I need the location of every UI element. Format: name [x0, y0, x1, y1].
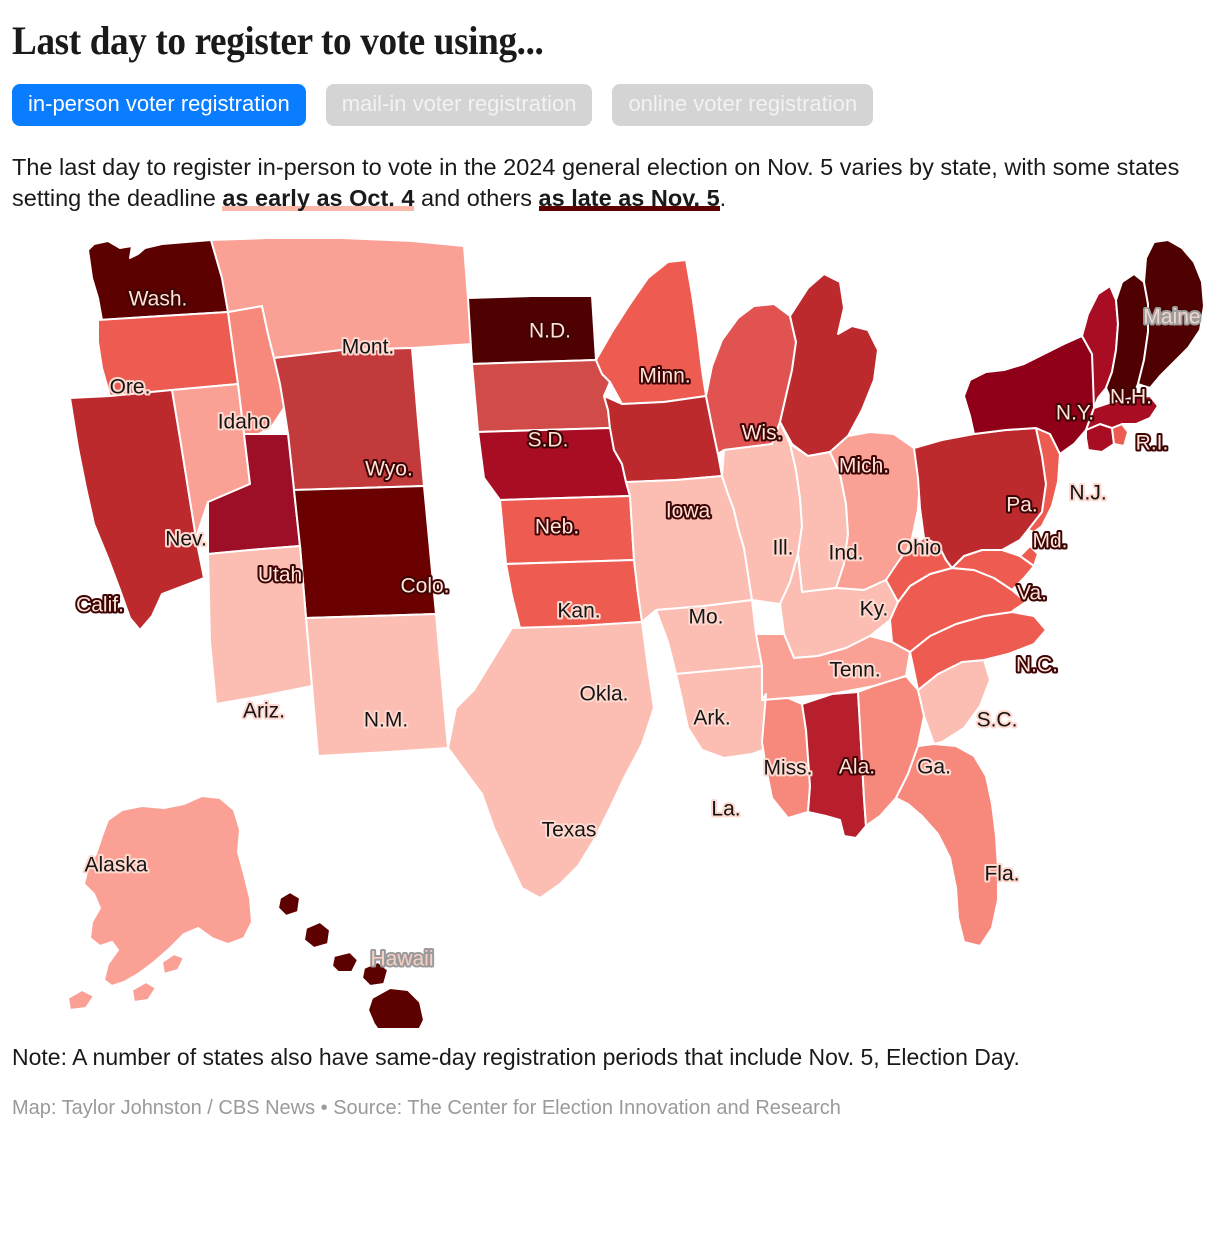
- state-label-ks: Kan.: [557, 600, 600, 623]
- state-label-nj: N.J.: [1069, 482, 1106, 505]
- description-part-3: .: [719, 185, 727, 212]
- state-label-ny: N.Y.: [1056, 402, 1094, 425]
- state-label-va: Va.: [1017, 582, 1047, 605]
- state-ak[interactable]: [131, 981, 157, 1004]
- map-note: Note: A number of states also have same-…: [12, 1044, 1020, 1071]
- map-credit: Map: Taylor Johnston / CBS News • Source…: [12, 1097, 841, 1120]
- state-label-oh: Ohio: [897, 537, 941, 560]
- state-label-ms: Miss.: [764, 757, 813, 780]
- state-label-md: Md.: [1032, 530, 1067, 553]
- state-ak[interactable]: [67, 989, 95, 1012]
- state-ak[interactable]: [161, 953, 185, 976]
- state-label-ca: Calif.: [76, 594, 124, 617]
- state-hi[interactable]: [277, 891, 301, 918]
- tab-in-person-registration[interactable]: in-person voter registration: [12, 84, 306, 127]
- state-label-wi: Wis.: [742, 422, 783, 445]
- state-label-mt: Mont.: [342, 336, 395, 359]
- state-label-az: Ariz.: [243, 700, 285, 723]
- state-label-tx: Texas: [542, 819, 597, 842]
- state-label-ga: Ga.: [917, 756, 951, 779]
- state-label-tn: Tenn.: [829, 659, 880, 682]
- state-label-nv: Nev.: [165, 528, 207, 551]
- state-mi[interactable]: [779, 273, 879, 458]
- state-label-pa: Pa.: [1006, 494, 1038, 517]
- description-text: The last day to register in-person to vo…: [12, 152, 1208, 215]
- us-map-svg: Wash. Ore. Calif. Nev. Idaho Mont. Wyo. Utah Col…: [67, 238, 1205, 1029]
- state-label-sc: S.C.: [977, 709, 1018, 732]
- state-label-hi: Hawaii: [370, 948, 433, 971]
- state-label-in: Ind.: [828, 542, 863, 565]
- state-label-la: La.: [711, 798, 740, 821]
- state-nm[interactable]: [305, 613, 449, 758]
- state-label-ok: Okla.: [579, 683, 628, 706]
- state-label-ky: Ky.: [860, 598, 889, 621]
- state-label-wy: Wyo.: [365, 458, 413, 481]
- state-label-mi: Mich.: [839, 455, 889, 478]
- state-label-nc: N.C.: [1016, 654, 1058, 677]
- state-label-id: Idaho: [218, 411, 271, 434]
- state-hi[interactable]: [367, 987, 425, 1029]
- state-label-or: Ore.: [110, 376, 151, 399]
- state-label-ar: Ark.: [693, 707, 730, 730]
- state-label-ri: R.I.: [1136, 432, 1169, 455]
- state-label-mn: Minn.: [639, 365, 690, 388]
- state-label-me: Maine: [1143, 306, 1200, 329]
- us-choropleth-map: Wash. Ore. Calif. Nev. Idaho Mont. Wyo. Utah Col…: [12, 238, 1208, 1029]
- page-title: Last day to register to vote using...: [12, 18, 544, 63]
- state-label-wa: Wash.: [129, 288, 188, 311]
- state-label-nh: N.H.: [1110, 386, 1152, 409]
- state-co[interactable]: [293, 485, 437, 620]
- state-hi[interactable]: [331, 951, 359, 974]
- state-sd[interactable]: [471, 359, 611, 434]
- highlight-latest-deadline: as late as Nov. 5: [538, 185, 720, 212]
- description-part-2: and others: [414, 185, 539, 212]
- state-label-fl: Fla.: [984, 863, 1019, 886]
- map-infographic-page: Last day to register to vote using... in…: [0, 20, 1220, 1242]
- state-hi[interactable]: [303, 921, 331, 950]
- state-tx[interactable]: [447, 621, 655, 900]
- state-label-ne: Neb.: [535, 516, 579, 539]
- state-label-ia: Iowa: [666, 500, 711, 523]
- state-label-ak: Alaska: [84, 854, 147, 877]
- state-label-al: Ala.: [839, 756, 875, 779]
- state-label-ut: Utah: [258, 564, 302, 587]
- highlight-earliest-deadline: as early as Oct. 4: [222, 185, 415, 212]
- state-label-nd: N.D.: [529, 320, 571, 343]
- state-label-co: Colo.: [400, 575, 449, 598]
- state-label-nm: N.M.: [364, 709, 408, 732]
- state-label-sd: S.D.: [528, 429, 569, 452]
- tab-mail-in-registration[interactable]: mail-in voter registration: [325, 84, 593, 127]
- state-label-mo: Mo.: [688, 606, 723, 629]
- registration-type-toggle-group: in-person voter registration mail-in vot…: [12, 84, 1208, 127]
- tab-online-registration[interactable]: online voter registration: [612, 84, 874, 127]
- state-label-il: Ill.: [773, 537, 794, 560]
